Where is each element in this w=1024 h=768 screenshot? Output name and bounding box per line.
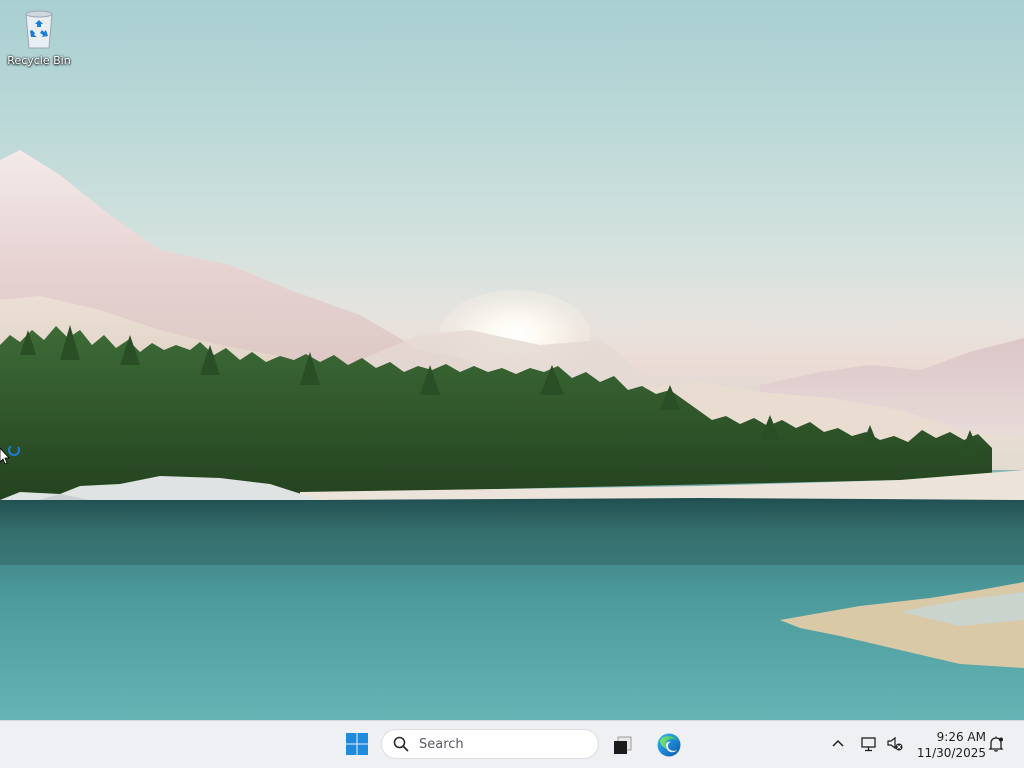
desktop-icon-label: Recycle Bin [7, 54, 71, 67]
start-button[interactable] [338, 725, 376, 763]
edge-icon [657, 733, 681, 757]
notifications-button[interactable] [985, 733, 1007, 755]
clock-date: 11/30/2025 [916, 746, 986, 760]
taskbar-search-box[interactable]: Search [381, 729, 599, 759]
network-icon [861, 737, 876, 752]
taskbar: Search 9:26 AM 11/30/2025 [0, 720, 1024, 768]
volume-button[interactable] [884, 733, 906, 755]
search-placeholder: Search [419, 736, 464, 752]
task-view-button[interactable] [604, 726, 642, 764]
volume-muted-icon [887, 736, 903, 751]
desktop-icon-recycle-bin[interactable]: Recycle Bin [4, 6, 74, 76]
windows-start-icon [346, 733, 368, 755]
desktop[interactable]: Recycle Bin [0, 0, 1024, 720]
busy-cursor-icon [0, 446, 20, 465]
search-icon [392, 735, 410, 753]
wallpaper [0, 150, 1024, 720]
clock[interactable]: 9:26 AM 11/30/2025 [912, 727, 986, 763]
clock-time: 9:26 AM [936, 730, 986, 744]
network-button[interactable] [858, 733, 880, 755]
edge-button[interactable] [650, 726, 688, 764]
chevron-up-icon [832, 739, 844, 747]
notification-bell-icon [988, 736, 1004, 752]
show-hidden-icons-button[interactable] [827, 733, 849, 755]
recycle-bin-icon [25, 10, 53, 49]
task-view-icon [614, 736, 632, 754]
